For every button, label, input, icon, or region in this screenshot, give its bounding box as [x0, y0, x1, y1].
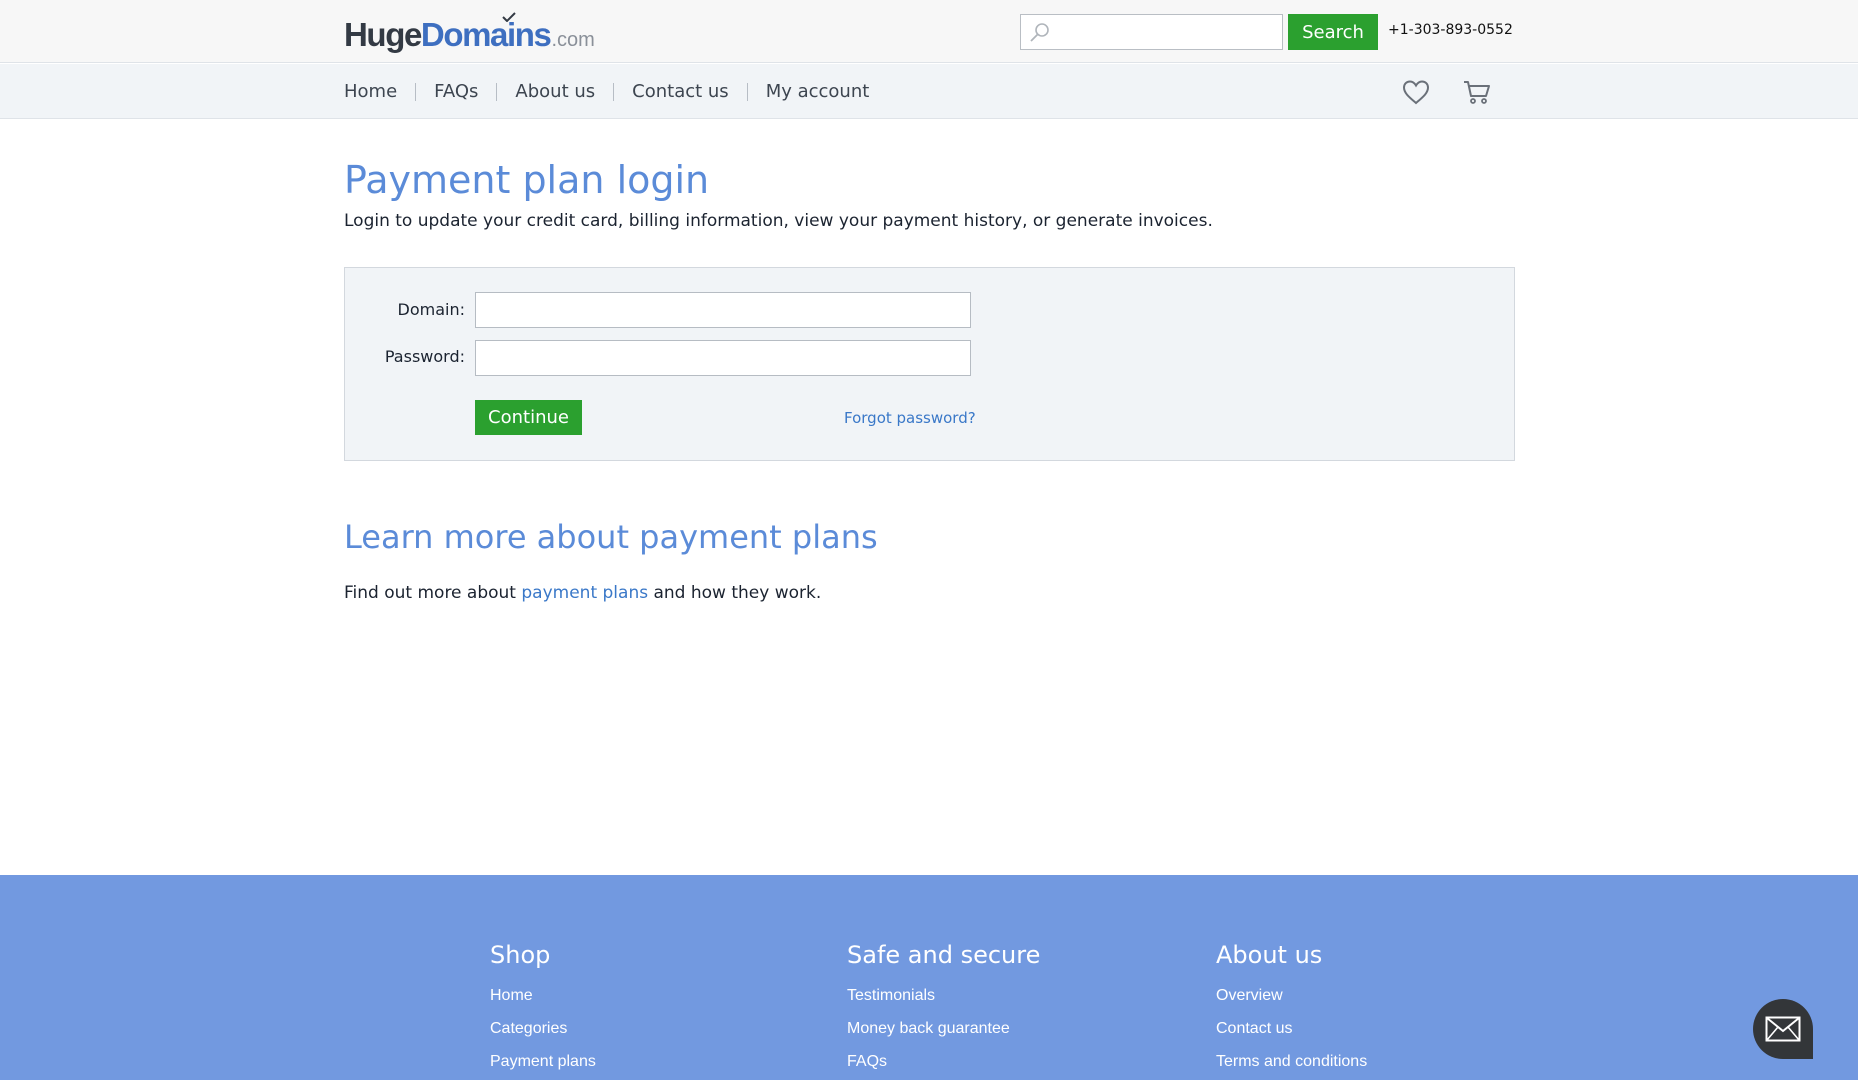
nav-item-home[interactable]: Home [344, 82, 415, 101]
footer-link-terms[interactable]: Terms and conditions [1216, 1045, 1367, 1078]
footer-link-payment-plans[interactable]: Payment plans [490, 1045, 596, 1078]
page-intro: Login to update your credit card, billin… [344, 211, 1213, 231]
domain-label: Domain: [397, 300, 465, 319]
logo-huge: Huge [344, 16, 422, 53]
phone-number[interactable]: +1-303-893-0552 [1388, 22, 1513, 38]
continue-button[interactable]: Continue [475, 400, 582, 435]
password-field[interactable] [475, 340, 971, 376]
domain-input[interactable] [476, 293, 970, 327]
logo-domains-text: Domains [420, 16, 552, 53]
footer-column-about: About us Overview Contact us Terms and c… [1216, 941, 1367, 1078]
domain-field[interactable] [475, 292, 971, 328]
footer-heading-safe: Safe and secure [847, 941, 1041, 969]
forgot-password-link[interactable]: Forgot password? [844, 409, 976, 427]
password-input[interactable] [476, 341, 970, 375]
learn-text-after: and how they work. [648, 583, 822, 603]
check-icon [502, 12, 516, 22]
password-label: Password: [384, 347, 465, 366]
footer-link-categories[interactable]: Categories [490, 1012, 596, 1045]
learn-more-text: Find out more about payment plans and ho… [344, 583, 821, 603]
search-icon [1030, 23, 1049, 42]
page-title: Payment plan login [344, 158, 710, 202]
cart-icon[interactable] [1462, 78, 1492, 106]
footer-link-testimonials[interactable]: Testimonials [847, 979, 1040, 1012]
login-form: Domain: Password: Continue Forgot passwo… [344, 267, 1515, 461]
search-input[interactable] [1021, 15, 1282, 49]
nav-item-contact-us[interactable]: Contact us [613, 82, 747, 101]
logo[interactable]: Huge Domains .com [344, 12, 595, 53]
nav-links: Home FAQs About us Contact us My account [344, 64, 887, 119]
nav-item-my-account[interactable]: My account [746, 82, 888, 101]
logo-com: .com [551, 29, 595, 51]
learn-text-before: Find out more about [344, 583, 522, 603]
footer-heading-shop: Shop [490, 941, 551, 969]
footer: Shop Home Categories Payment plans Safe … [0, 875, 1858, 1080]
heart-icon[interactable] [1401, 78, 1431, 106]
nav-item-about-us[interactable]: About us [496, 82, 613, 101]
mail-icon [1765, 1016, 1801, 1042]
chat-button[interactable] [1753, 999, 1813, 1059]
footer-link-money-back[interactable]: Money back guarantee [847, 1012, 1040, 1045]
footer-heading-about: About us [1216, 941, 1323, 969]
search-field[interactable] [1020, 14, 1283, 50]
main-nav: Home FAQs About us Contact us My account [0, 64, 1858, 119]
search-button[interactable]: Search [1288, 14, 1378, 50]
payment-plans-link[interactable]: payment plans [521, 583, 648, 603]
learn-more-heading: Learn more about payment plans [344, 518, 878, 556]
logo-domains: Domains [420, 12, 552, 53]
footer-link-faqs[interactable]: FAQs [847, 1045, 1040, 1078]
footer-column-shop: Shop Home Categories Payment plans [490, 941, 596, 1078]
nav-item-faqs[interactable]: FAQs [415, 82, 496, 101]
footer-link-overview[interactable]: Overview [1216, 979, 1367, 1012]
footer-column-safe: Safe and secure Testimonials Money back … [847, 941, 1040, 1078]
footer-link-contact[interactable]: Contact us [1216, 1012, 1367, 1045]
footer-link-home[interactable]: Home [490, 979, 596, 1012]
top-header: Huge Domains .com Search +1-303-893-0552 [0, 0, 1858, 63]
